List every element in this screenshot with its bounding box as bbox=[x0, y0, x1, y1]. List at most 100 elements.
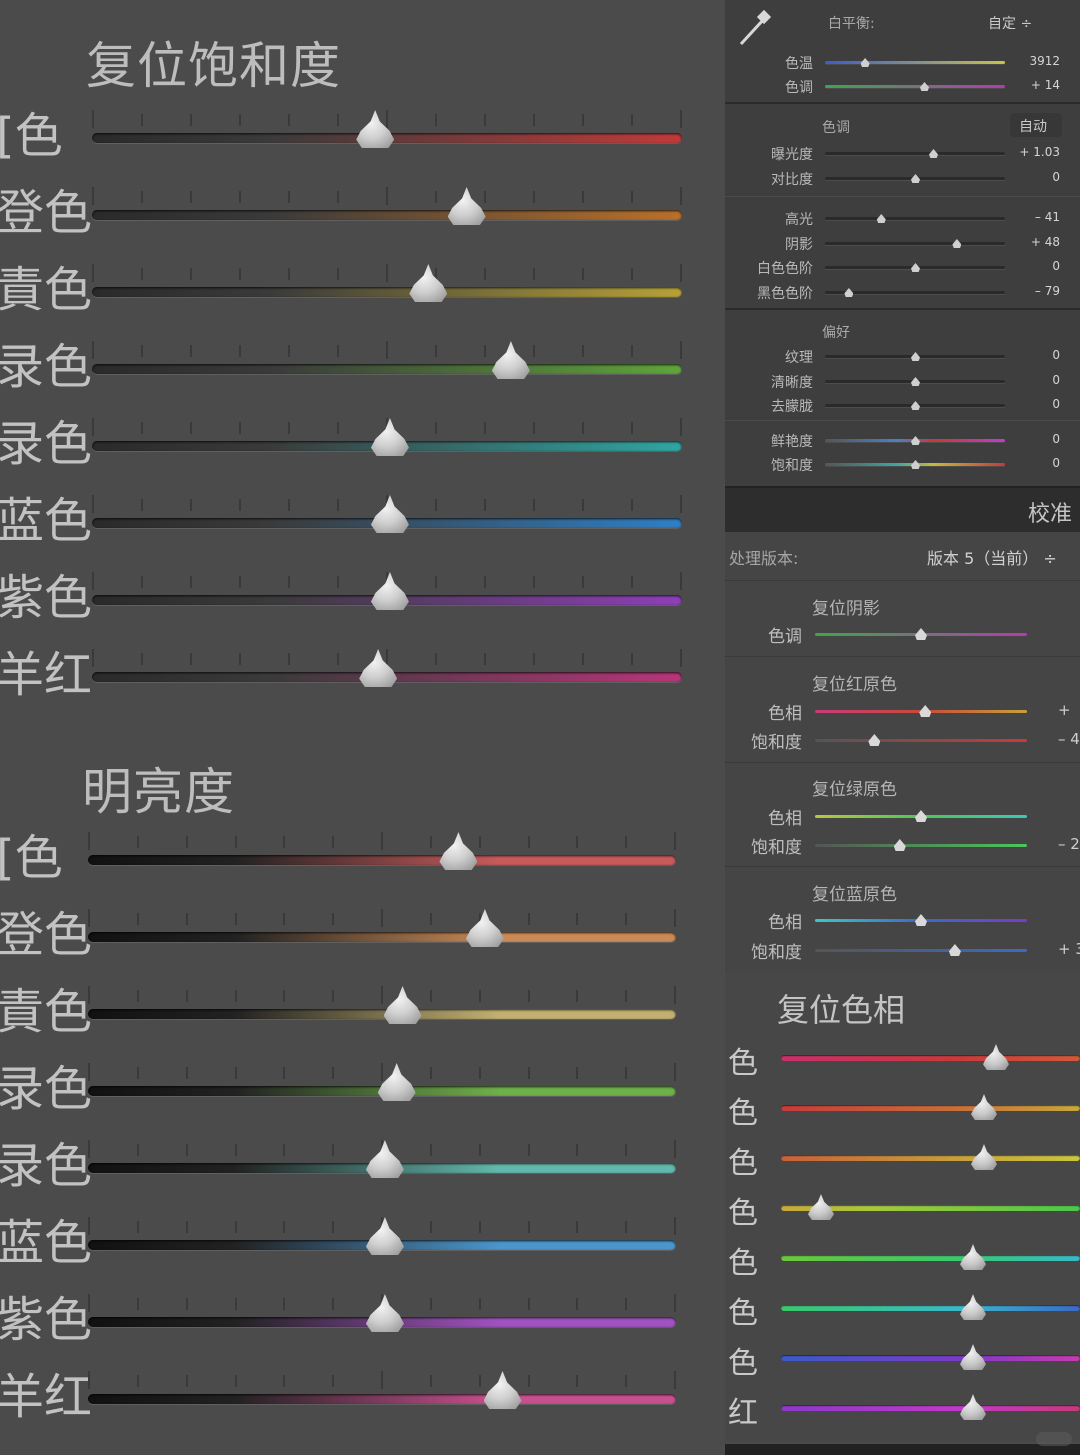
green-sat-track[interactable] bbox=[815, 844, 1027, 847]
clarity-value[interactable]: 0 bbox=[1052, 373, 1060, 387]
tone-heading: 色调 bbox=[822, 120, 850, 136]
tick-marks bbox=[88, 986, 676, 1004]
blacks-label: 黑色色阶 bbox=[757, 286, 813, 302]
red-sat-value[interactable]: – 4 bbox=[1058, 730, 1080, 748]
hue-slider-label: 色 bbox=[728, 1296, 758, 1331]
luminance-slider-label: 蓝色 bbox=[0, 1215, 93, 1271]
texture-label: 纹理 bbox=[785, 350, 813, 366]
hue-slider-track[interactable] bbox=[781, 1105, 1080, 1111]
green-sat-value[interactable]: – 2 bbox=[1058, 835, 1080, 853]
panel-bottom-edge bbox=[725, 1444, 1080, 1455]
watermark-badge bbox=[1036, 1432, 1072, 1446]
contrast-label: 对比度 bbox=[771, 172, 813, 188]
divider bbox=[725, 102, 1080, 104]
tick-marks bbox=[92, 110, 682, 128]
saturation-slider-track[interactable] bbox=[92, 364, 682, 374]
divider bbox=[725, 866, 1080, 867]
blue-hue-label: 色相 bbox=[768, 913, 802, 933]
highlights-track[interactable] bbox=[825, 217, 1005, 220]
blue-sat-label: 饱和度 bbox=[751, 943, 802, 963]
hue-slider-track[interactable] bbox=[781, 1255, 1080, 1261]
shadows-reset-heading[interactable]: 复位阴影 bbox=[812, 594, 880, 619]
temp-label: 色温 bbox=[785, 56, 813, 72]
tick-marks bbox=[92, 341, 682, 359]
luminance-title[interactable]: 明亮度 bbox=[82, 752, 235, 824]
contrast-value[interactable]: 0 bbox=[1052, 170, 1060, 184]
tick-marks bbox=[88, 1371, 676, 1389]
luminance-slider-label: 紫色 bbox=[0, 1292, 93, 1348]
divider bbox=[725, 580, 1080, 581]
green-hue-label: 色相 bbox=[768, 809, 802, 829]
divider bbox=[725, 656, 1080, 657]
tick-marks bbox=[88, 832, 676, 850]
temp-value[interactable]: 3912 bbox=[1029, 54, 1060, 68]
hue-slider-track[interactable] bbox=[781, 1155, 1080, 1161]
hue-reset-title[interactable]: 复位色相 bbox=[777, 985, 905, 1031]
shadows-label: 阴影 bbox=[785, 237, 813, 253]
divider bbox=[725, 762, 1080, 763]
luminance-slider-label: 录色 bbox=[0, 1061, 93, 1117]
hue-slider-label: 色 bbox=[728, 1196, 758, 1231]
luminance-slider-label: [色 bbox=[0, 830, 63, 886]
highlights-label: 高光 bbox=[785, 212, 813, 228]
vibrance-label: 鲜艳度 bbox=[771, 434, 813, 450]
process-version-select[interactable]: 版本 5（当前） ÷ bbox=[927, 545, 1057, 569]
blue-sat-track[interactable] bbox=[815, 949, 1027, 952]
green-sat-label: 饱和度 bbox=[751, 838, 802, 858]
saturation-slider-label: 录色 bbox=[0, 339, 93, 395]
red-hue-label: 色相 bbox=[768, 704, 802, 724]
whites-label: 白色色阶 bbox=[757, 261, 813, 277]
tick-marks bbox=[92, 264, 682, 282]
hue-slider-label: 色 bbox=[728, 1096, 758, 1131]
whites-value[interactable]: 0 bbox=[1052, 259, 1060, 273]
saturation-slider-track[interactable] bbox=[92, 287, 682, 297]
luminance-slider-track[interactable] bbox=[88, 855, 676, 865]
hue-slider-track[interactable] bbox=[781, 1405, 1080, 1411]
shadows-track[interactable] bbox=[825, 242, 1005, 245]
auto-button[interactable]: 自动 bbox=[1010, 113, 1062, 137]
saturation-slider-track[interactable] bbox=[92, 210, 682, 220]
luminance-slider-track[interactable] bbox=[88, 1394, 676, 1404]
tint-track[interactable] bbox=[825, 85, 1005, 88]
saturation-slider-label: 登色 bbox=[0, 185, 93, 241]
red-sat-track[interactable] bbox=[815, 739, 1027, 742]
dehaze-value[interactable]: 0 bbox=[1052, 397, 1060, 411]
calibration-header[interactable]: 校准 bbox=[725, 486, 1080, 534]
shadows-value[interactable]: + 48 bbox=[1031, 235, 1060, 249]
tint-label: 色调 bbox=[785, 80, 813, 96]
luminance-slider-label: 羊红 bbox=[0, 1369, 93, 1425]
eyedropper-icon[interactable] bbox=[733, 8, 773, 50]
exposure-track[interactable] bbox=[825, 152, 1005, 155]
white-balance-label: 白平衡: bbox=[828, 16, 875, 32]
saturation-value[interactable]: 0 bbox=[1052, 456, 1060, 470]
hue-slider-label: 色 bbox=[728, 1146, 758, 1181]
hue-slider-track[interactable] bbox=[781, 1305, 1080, 1311]
tint-value[interactable]: + 14 bbox=[1031, 78, 1060, 92]
white-balance-select[interactable]: 自定 ÷ bbox=[988, 13, 1032, 33]
hue-slider-track[interactable] bbox=[781, 1055, 1080, 1061]
auto-button-label: 自动 bbox=[1019, 119, 1047, 135]
hue-slider-label: 色 bbox=[728, 1346, 758, 1381]
red-sat-label: 饱和度 bbox=[751, 733, 802, 753]
tick-marks bbox=[92, 187, 682, 205]
vibrance-value[interactable]: 0 bbox=[1052, 432, 1060, 446]
temp-track[interactable] bbox=[825, 61, 1005, 64]
red-primary-reset-heading[interactable]: 复位红原色 bbox=[812, 670, 897, 695]
saturation-slider-label: 紫色 bbox=[0, 570, 93, 626]
blue-primary-reset-heading[interactable]: 复位蓝原色 bbox=[812, 880, 897, 905]
texture-value[interactable]: 0 bbox=[1052, 348, 1060, 362]
hue-slider-label: 色 bbox=[728, 1046, 758, 1081]
red-hue-value[interactable]: + bbox=[1058, 701, 1071, 719]
hue-slider-track[interactable] bbox=[781, 1355, 1080, 1361]
blacks-value[interactable]: – 79 bbox=[1035, 284, 1060, 298]
green-primary-reset-heading[interactable]: 复位绿原色 bbox=[812, 775, 897, 800]
saturation-label: 饱和度 bbox=[771, 458, 813, 474]
saturation-title[interactable]: 复位饱和度 bbox=[86, 26, 341, 98]
divider bbox=[725, 196, 1080, 197]
highlights-value[interactable]: – 41 bbox=[1035, 210, 1060, 224]
blue-sat-value[interactable]: + 3 bbox=[1058, 940, 1080, 958]
luminance-slider-track[interactable] bbox=[88, 1009, 676, 1019]
exposure-value[interactable]: + 1.03 bbox=[1019, 145, 1060, 159]
hue-slider-label: 色 bbox=[728, 1246, 758, 1281]
luminance-slider-track[interactable] bbox=[88, 932, 676, 942]
